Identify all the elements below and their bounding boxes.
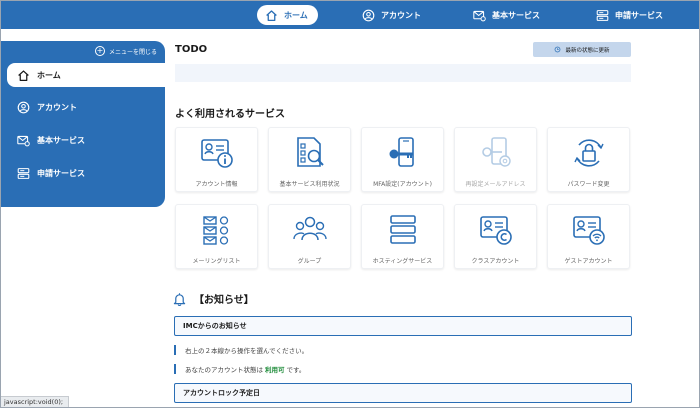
account-status-value: 利用可 [265,366,285,374]
tile-label: ホスティングサービス [372,258,433,265]
account-lock-header[interactable]: アカウントロック予定日 [174,383,632,403]
tile-label: グループ [297,258,322,265]
nav-basic-services-label: 基本サービス [492,10,540,20]
top-nav: ホーム アカウント 基本サービス 申請サービス [1,1,699,29]
tile-service-usage[interactable]: 基本サービス利用状況 [268,127,351,192]
sidebar-item-application-services[interactable]: 申請サービス [7,161,165,185]
imc-notice-title: IMCからのお知らせ [183,322,247,330]
mfa-phone-key-icon [389,137,414,167]
notices-heading: 【お知らせ】 [173,291,254,306]
sidebar-item-label: ホーム [37,70,61,80]
notice-line-instructions: 右上の２本線から操作を選んでください。 [174,345,308,355]
refresh-label: 最新の状態に更新 [565,47,610,54]
password-lock-icon [574,139,604,167]
close-menu-button[interactable]: + メニューを閉じる [94,46,157,56]
nav-application-services[interactable]: 申請サービス [596,5,663,25]
nav-application-services-label: 申請サービス [615,10,663,20]
tile-hosting-service[interactable]: ホスティングサービス [361,204,444,269]
service-usage-icon [297,137,324,167]
bell-icon [173,292,186,306]
nav-home[interactable]: ホーム [257,5,318,25]
services-title: よく利用されるサービス [175,109,285,120]
account-lock-title: アカウントロック予定日 [183,389,260,397]
mail-gear-icon [17,135,30,146]
reset-mail-key-icon [482,137,511,167]
sidebar-item-label: アカウント [37,102,77,112]
refresh-icon [555,46,561,53]
tile-label: 再設定メールアドレス [465,181,526,188]
tile-label: クラスアカウント [471,258,520,265]
notices-title: 【お知らせ】 [194,295,254,306]
browser-status-bar: javascript:void(0); [1,396,70,407]
notice-text: あなたのアカウント状態は [185,366,263,374]
sidebar-item-basic-services[interactable]: 基本サービス [7,128,165,152]
sidebar-item-label: 基本サービス [37,135,85,145]
sidebar-item-home[interactable]: ホーム [7,63,165,87]
tile-account-info[interactable]: アカウント情報 [175,127,258,192]
account-info-icon [201,139,233,168]
imc-notice-header[interactable]: IMCからのお知らせ [174,316,632,336]
group-icon [293,216,327,241]
sidebar-item-label: 申請サービス [37,168,85,178]
hosting-server-icon [390,215,416,244]
nav-account[interactable]: アカウント [362,5,421,25]
todo-title: TODO [175,44,208,55]
user-icon [17,101,30,113]
home-icon [18,69,29,81]
tile-mailing-list[interactable]: メーリングリスト [175,204,258,269]
notice-text: 右上の２本線から操作を選んでください。 [185,347,309,355]
close-menu-label: メニューを閉じる [108,48,157,56]
sidebar: + メニューを閉じる ホーム アカウント 基本サービス 申請サービス [1,41,165,207]
tile-mfa-settings[interactable]: MFA設定(アカウント) [361,127,444,192]
top-navigation-bar: ホーム アカウント 基本サービス 申請サービス [1,1,699,29]
plus-circle-icon: + [94,46,105,56]
server-icon [17,167,30,179]
home-icon [266,9,277,21]
notice-text: です。 [286,366,306,374]
user-icon [362,9,375,21]
tile-label: 基本サービス利用状況 [279,181,340,188]
tile-label: ゲストアカウント [564,258,613,265]
tile-guest-account[interactable]: ゲストアカウント [547,204,630,269]
class-account-icon [480,216,512,245]
nav-home-label: ホーム [284,10,308,20]
tile-reset-mail[interactable]: 再設定メールアドレス [454,127,537,192]
notice-line-account-status: あなたのアカウント状態は 利用可 です。 [174,364,305,374]
tile-class-account[interactable]: クラスアカウント [454,204,537,269]
tile-label: MFA設定(アカウント) [373,181,432,188]
sidebar-item-account[interactable]: アカウント [7,95,165,119]
guest-account-icon [573,216,605,245]
server-icon [596,9,609,21]
mail-gear-icon [473,10,486,21]
nav-basic-services[interactable]: 基本サービス [473,5,540,25]
nav-account-label: アカウント [381,10,421,20]
todo-list [175,64,631,82]
tile-password-change[interactable]: パスワード変更 [547,127,630,192]
refresh-button[interactable]: 最新の状態に更新 [533,42,631,57]
tile-label: アカウント情報 [195,181,238,188]
status-url: javascript:void(0); [4,398,64,406]
tile-label: パスワード変更 [567,181,610,188]
tile-label: メーリングリスト [192,258,241,265]
tile-group[interactable]: グループ [268,204,351,269]
mailing-list-icon [203,216,229,245]
